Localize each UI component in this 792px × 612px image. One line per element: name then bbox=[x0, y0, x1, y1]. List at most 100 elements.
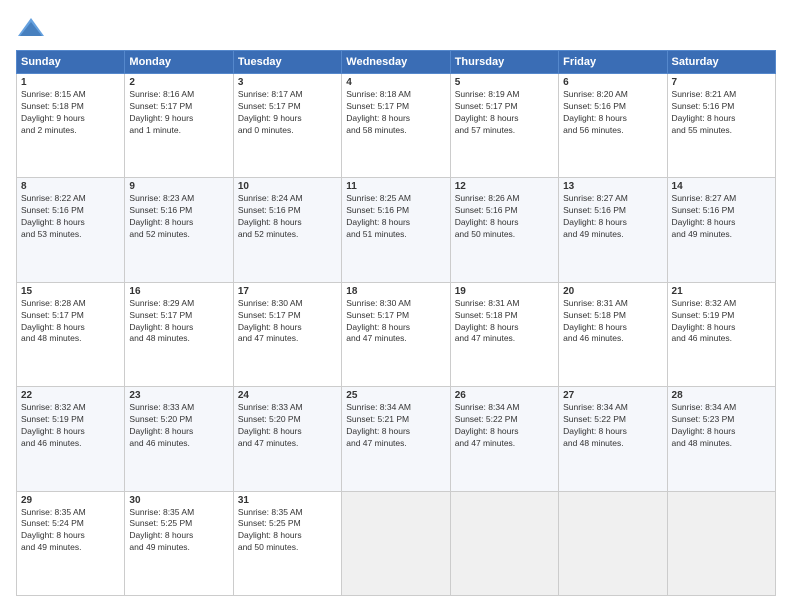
day-number: 3 bbox=[238, 77, 337, 88]
calendar-week-2: 8Sunrise: 8:22 AM Sunset: 5:16 PM Daylig… bbox=[17, 178, 776, 282]
day-number: 25 bbox=[346, 390, 445, 401]
calendar-cell: 18Sunrise: 8:30 AM Sunset: 5:17 PM Dayli… bbox=[342, 282, 450, 386]
day-info: Sunrise: 8:31 AM Sunset: 5:18 PM Dayligh… bbox=[563, 298, 662, 346]
weekday-header-sunday: Sunday bbox=[17, 51, 125, 74]
day-number: 15 bbox=[21, 286, 120, 297]
calendar-cell: 12Sunrise: 8:26 AM Sunset: 5:16 PM Dayli… bbox=[450, 178, 558, 282]
day-info: Sunrise: 8:21 AM Sunset: 5:16 PM Dayligh… bbox=[672, 89, 771, 137]
day-number: 18 bbox=[346, 286, 445, 297]
calendar-week-4: 22Sunrise: 8:32 AM Sunset: 5:19 PM Dayli… bbox=[17, 387, 776, 491]
calendar-cell: 25Sunrise: 8:34 AM Sunset: 5:21 PM Dayli… bbox=[342, 387, 450, 491]
day-info: Sunrise: 8:31 AM Sunset: 5:18 PM Dayligh… bbox=[455, 298, 554, 346]
calendar-cell: 5Sunrise: 8:19 AM Sunset: 5:17 PM Daylig… bbox=[450, 74, 558, 178]
day-number: 19 bbox=[455, 286, 554, 297]
day-info: Sunrise: 8:25 AM Sunset: 5:16 PM Dayligh… bbox=[346, 193, 445, 241]
day-info: Sunrise: 8:22 AM Sunset: 5:16 PM Dayligh… bbox=[21, 193, 120, 241]
calendar-cell: 2Sunrise: 8:16 AM Sunset: 5:17 PM Daylig… bbox=[125, 74, 233, 178]
day-number: 17 bbox=[238, 286, 337, 297]
day-info: Sunrise: 8:28 AM Sunset: 5:17 PM Dayligh… bbox=[21, 298, 120, 346]
day-number: 12 bbox=[455, 181, 554, 192]
calendar-week-3: 15Sunrise: 8:28 AM Sunset: 5:17 PM Dayli… bbox=[17, 282, 776, 386]
weekday-header-tuesday: Tuesday bbox=[233, 51, 341, 74]
day-number: 16 bbox=[129, 286, 228, 297]
calendar-cell: 20Sunrise: 8:31 AM Sunset: 5:18 PM Dayli… bbox=[559, 282, 667, 386]
day-number: 22 bbox=[21, 390, 120, 401]
calendar-cell: 10Sunrise: 8:24 AM Sunset: 5:16 PM Dayli… bbox=[233, 178, 341, 282]
calendar-cell: 9Sunrise: 8:23 AM Sunset: 5:16 PM Daylig… bbox=[125, 178, 233, 282]
calendar-header-row: SundayMondayTuesdayWednesdayThursdayFrid… bbox=[17, 51, 776, 74]
calendar-cell: 15Sunrise: 8:28 AM Sunset: 5:17 PM Dayli… bbox=[17, 282, 125, 386]
day-number: 30 bbox=[129, 495, 228, 506]
day-info: Sunrise: 8:35 AM Sunset: 5:25 PM Dayligh… bbox=[129, 507, 228, 555]
calendar-cell: 16Sunrise: 8:29 AM Sunset: 5:17 PM Dayli… bbox=[125, 282, 233, 386]
day-info: Sunrise: 8:34 AM Sunset: 5:22 PM Dayligh… bbox=[563, 402, 662, 450]
calendar-cell: 13Sunrise: 8:27 AM Sunset: 5:16 PM Dayli… bbox=[559, 178, 667, 282]
day-info: Sunrise: 8:30 AM Sunset: 5:17 PM Dayligh… bbox=[346, 298, 445, 346]
calendar-cell: 6Sunrise: 8:20 AM Sunset: 5:16 PM Daylig… bbox=[559, 74, 667, 178]
calendar-cell bbox=[667, 491, 775, 595]
day-info: Sunrise: 8:30 AM Sunset: 5:17 PM Dayligh… bbox=[238, 298, 337, 346]
day-info: Sunrise: 8:33 AM Sunset: 5:20 PM Dayligh… bbox=[238, 402, 337, 450]
calendar-cell: 23Sunrise: 8:33 AM Sunset: 5:20 PM Dayli… bbox=[125, 387, 233, 491]
day-number: 29 bbox=[21, 495, 120, 506]
day-info: Sunrise: 8:35 AM Sunset: 5:25 PM Dayligh… bbox=[238, 507, 337, 555]
calendar-cell: 8Sunrise: 8:22 AM Sunset: 5:16 PM Daylig… bbox=[17, 178, 125, 282]
logo-icon bbox=[16, 16, 46, 40]
day-number: 1 bbox=[21, 77, 120, 88]
day-number: 9 bbox=[129, 181, 228, 192]
calendar-cell: 27Sunrise: 8:34 AM Sunset: 5:22 PM Dayli… bbox=[559, 387, 667, 491]
day-number: 8 bbox=[21, 181, 120, 192]
day-info: Sunrise: 8:26 AM Sunset: 5:16 PM Dayligh… bbox=[455, 193, 554, 241]
day-number: 10 bbox=[238, 181, 337, 192]
calendar-cell: 19Sunrise: 8:31 AM Sunset: 5:18 PM Dayli… bbox=[450, 282, 558, 386]
day-number: 6 bbox=[563, 77, 662, 88]
calendar-cell: 14Sunrise: 8:27 AM Sunset: 5:16 PM Dayli… bbox=[667, 178, 775, 282]
day-number: 7 bbox=[672, 77, 771, 88]
day-info: Sunrise: 8:34 AM Sunset: 5:21 PM Dayligh… bbox=[346, 402, 445, 450]
calendar-cell: 30Sunrise: 8:35 AM Sunset: 5:25 PM Dayli… bbox=[125, 491, 233, 595]
calendar-cell bbox=[559, 491, 667, 595]
weekday-header-wednesday: Wednesday bbox=[342, 51, 450, 74]
calendar-cell: 22Sunrise: 8:32 AM Sunset: 5:19 PM Dayli… bbox=[17, 387, 125, 491]
day-info: Sunrise: 8:35 AM Sunset: 5:24 PM Dayligh… bbox=[21, 507, 120, 555]
day-info: Sunrise: 8:32 AM Sunset: 5:19 PM Dayligh… bbox=[21, 402, 120, 450]
calendar-cell: 17Sunrise: 8:30 AM Sunset: 5:17 PM Dayli… bbox=[233, 282, 341, 386]
calendar-week-5: 29Sunrise: 8:35 AM Sunset: 5:24 PM Dayli… bbox=[17, 491, 776, 595]
day-number: 24 bbox=[238, 390, 337, 401]
calendar-cell: 31Sunrise: 8:35 AM Sunset: 5:25 PM Dayli… bbox=[233, 491, 341, 595]
day-info: Sunrise: 8:20 AM Sunset: 5:16 PM Dayligh… bbox=[563, 89, 662, 137]
day-info: Sunrise: 8:32 AM Sunset: 5:19 PM Dayligh… bbox=[672, 298, 771, 346]
calendar-cell: 28Sunrise: 8:34 AM Sunset: 5:23 PM Dayli… bbox=[667, 387, 775, 491]
day-info: Sunrise: 8:18 AM Sunset: 5:17 PM Dayligh… bbox=[346, 89, 445, 137]
day-number: 26 bbox=[455, 390, 554, 401]
calendar-cell: 1Sunrise: 8:15 AM Sunset: 5:18 PM Daylig… bbox=[17, 74, 125, 178]
calendar-cell: 21Sunrise: 8:32 AM Sunset: 5:19 PM Dayli… bbox=[667, 282, 775, 386]
day-info: Sunrise: 8:29 AM Sunset: 5:17 PM Dayligh… bbox=[129, 298, 228, 346]
calendar-cell: 24Sunrise: 8:33 AM Sunset: 5:20 PM Dayli… bbox=[233, 387, 341, 491]
day-info: Sunrise: 8:34 AM Sunset: 5:22 PM Dayligh… bbox=[455, 402, 554, 450]
calendar-week-1: 1Sunrise: 8:15 AM Sunset: 5:18 PM Daylig… bbox=[17, 74, 776, 178]
day-info: Sunrise: 8:17 AM Sunset: 5:17 PM Dayligh… bbox=[238, 89, 337, 137]
day-number: 14 bbox=[672, 181, 771, 192]
weekday-header-thursday: Thursday bbox=[450, 51, 558, 74]
calendar-cell bbox=[342, 491, 450, 595]
day-info: Sunrise: 8:33 AM Sunset: 5:20 PM Dayligh… bbox=[129, 402, 228, 450]
day-info: Sunrise: 8:23 AM Sunset: 5:16 PM Dayligh… bbox=[129, 193, 228, 241]
calendar-cell: 3Sunrise: 8:17 AM Sunset: 5:17 PM Daylig… bbox=[233, 74, 341, 178]
day-info: Sunrise: 8:34 AM Sunset: 5:23 PM Dayligh… bbox=[672, 402, 771, 450]
weekday-header-monday: Monday bbox=[125, 51, 233, 74]
day-number: 27 bbox=[563, 390, 662, 401]
day-info: Sunrise: 8:24 AM Sunset: 5:16 PM Dayligh… bbox=[238, 193, 337, 241]
day-number: 20 bbox=[563, 286, 662, 297]
day-number: 13 bbox=[563, 181, 662, 192]
calendar-cell: 4Sunrise: 8:18 AM Sunset: 5:17 PM Daylig… bbox=[342, 74, 450, 178]
day-info: Sunrise: 8:19 AM Sunset: 5:17 PM Dayligh… bbox=[455, 89, 554, 137]
day-number: 4 bbox=[346, 77, 445, 88]
day-info: Sunrise: 8:16 AM Sunset: 5:17 PM Dayligh… bbox=[129, 89, 228, 137]
weekday-header-friday: Friday bbox=[559, 51, 667, 74]
day-number: 21 bbox=[672, 286, 771, 297]
calendar-cell: 7Sunrise: 8:21 AM Sunset: 5:16 PM Daylig… bbox=[667, 74, 775, 178]
day-number: 28 bbox=[672, 390, 771, 401]
calendar-table: SundayMondayTuesdayWednesdayThursdayFrid… bbox=[16, 50, 776, 596]
day-number: 11 bbox=[346, 181, 445, 192]
